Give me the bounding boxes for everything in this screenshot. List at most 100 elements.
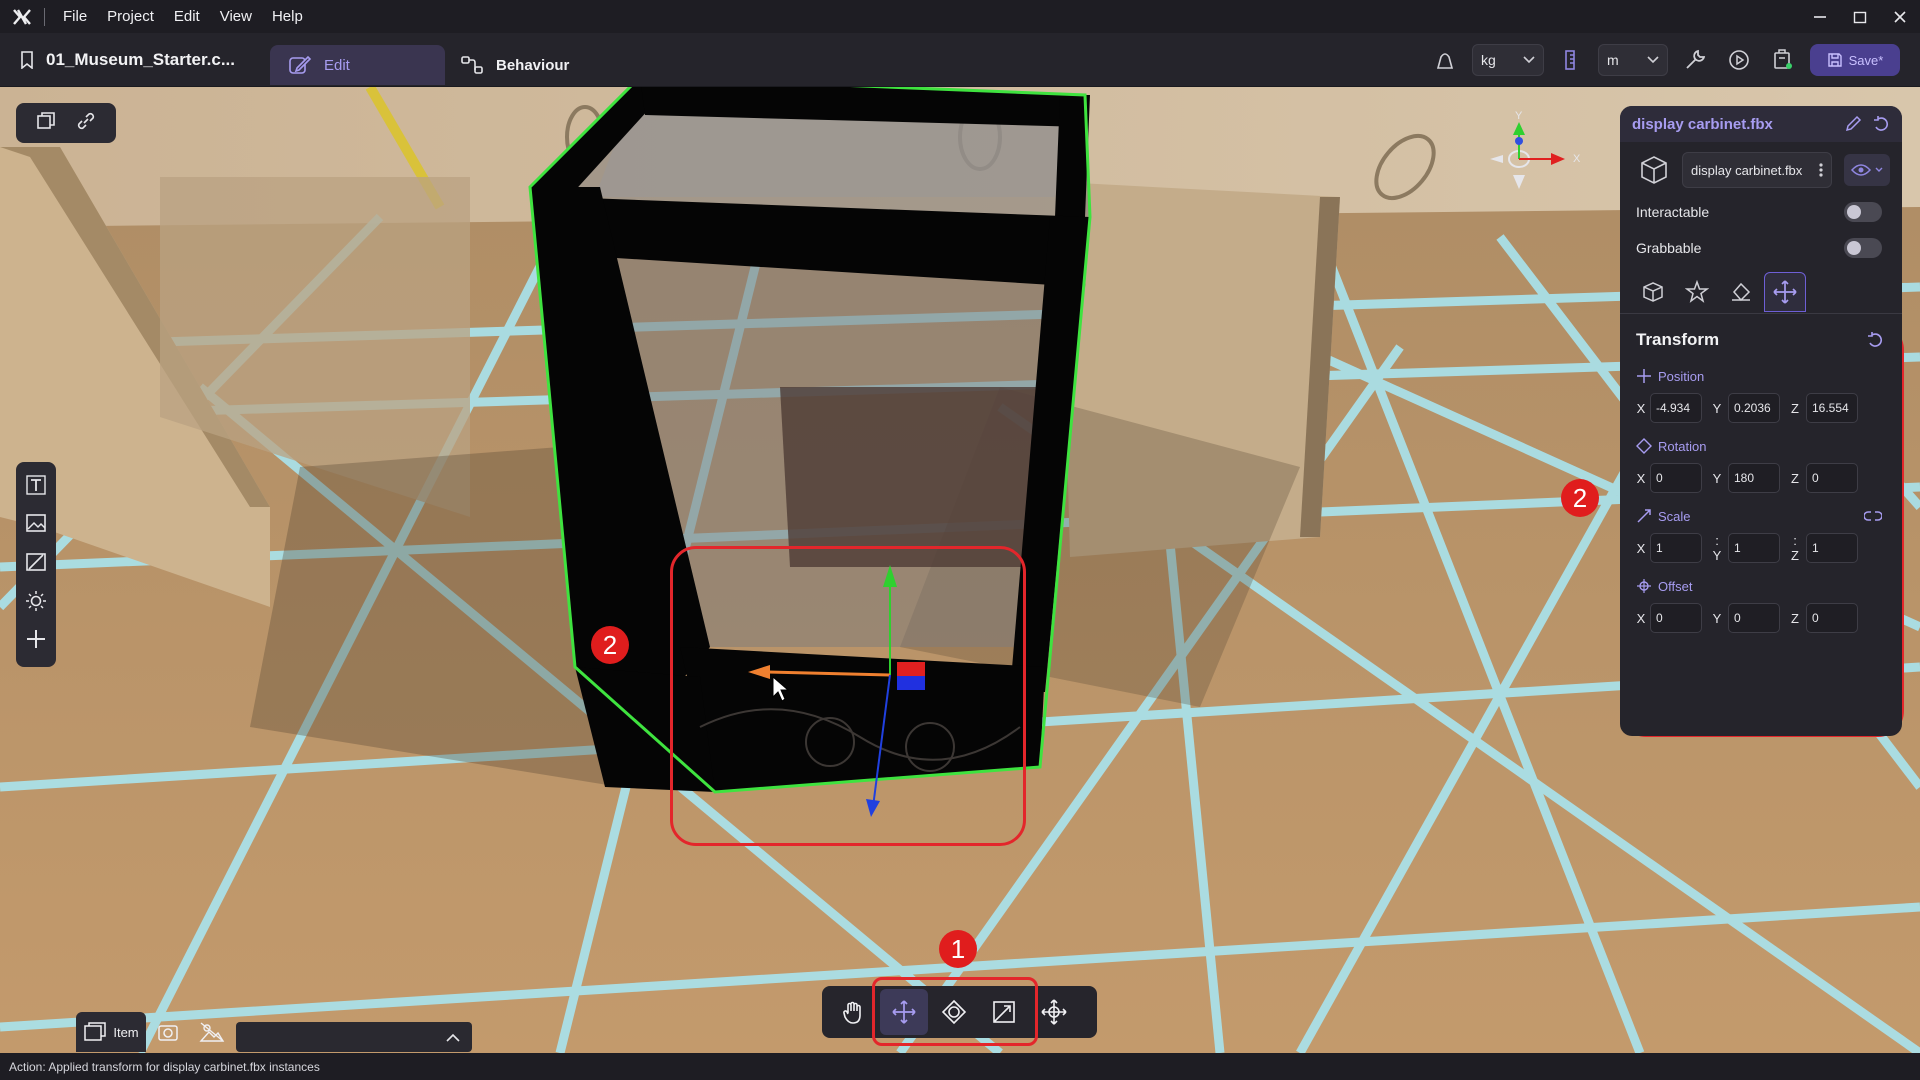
3d-viewport[interactable]: Y X 2 2 1 display carbinet.fbx display c… bbox=[0, 87, 1920, 1053]
rotation-y-input[interactable]: 180 bbox=[1728, 463, 1780, 493]
tab-edit-label: Edit bbox=[324, 56, 350, 74]
tab-mesh[interactable] bbox=[1632, 272, 1674, 312]
rotation-x-input[interactable]: 0 bbox=[1650, 463, 1702, 493]
save-icon bbox=[1827, 53, 1842, 67]
y-axis-label: Y bbox=[1712, 400, 1722, 416]
light-icon[interactable] bbox=[25, 590, 47, 617]
project-title: 01_Museum_Starter.c... bbox=[20, 33, 235, 87]
length-unit-select[interactable]: m bbox=[1598, 44, 1668, 76]
save-label: Save* bbox=[1848, 52, 1884, 68]
rotate-icon bbox=[1636, 438, 1652, 454]
chevron-down-icon bbox=[1647, 56, 1659, 64]
add-icon[interactable] bbox=[25, 628, 47, 655]
tab-item[interactable]: Item bbox=[76, 1012, 146, 1052]
landscape-icon bbox=[199, 1022, 225, 1042]
x-axis-label: X bbox=[1636, 400, 1646, 416]
wrench-icon[interactable] bbox=[1678, 43, 1712, 77]
rotation-label-text: Rotation bbox=[1658, 438, 1707, 454]
interactable-row: Interactable bbox=[1620, 194, 1902, 230]
position-z-input[interactable]: 16.554 bbox=[1806, 393, 1858, 423]
hide-image-icon[interactable] bbox=[25, 551, 47, 578]
bottom-panel-collapse[interactable] bbox=[236, 1022, 472, 1052]
link-scale-icon[interactable] bbox=[1864, 510, 1882, 522]
menu-help[interactable]: Help bbox=[262, 8, 313, 25]
scale-section: Scale X 1 : Y 1 : Z 1 bbox=[1620, 498, 1902, 568]
scale-z-input[interactable]: 1 bbox=[1806, 533, 1858, 563]
link-icon[interactable] bbox=[75, 110, 97, 137]
mass-unit-select[interactable]: kg bbox=[1472, 44, 1544, 76]
inspector-panel: display carbinet.fbx display carbinet.fb… bbox=[1620, 106, 1902, 736]
visibility-button[interactable] bbox=[1844, 154, 1890, 186]
tab-transform[interactable] bbox=[1764, 271, 1806, 312]
tab-effects[interactable] bbox=[1676, 272, 1718, 312]
offset-icon bbox=[1637, 579, 1651, 593]
position-fields: X -4.934 Y 0.2036 Z 16.554 bbox=[1636, 388, 1886, 428]
more-icon[interactable] bbox=[1819, 163, 1823, 177]
tab-edit[interactable]: Edit bbox=[270, 45, 445, 85]
offset-x-input[interactable]: 0 bbox=[1650, 603, 1702, 633]
text-icon[interactable] bbox=[25, 474, 47, 501]
toolbar-right: kg m Save* bbox=[1428, 33, 1920, 87]
minimize-icon[interactable] bbox=[1800, 0, 1840, 33]
tab-material[interactable] bbox=[1720, 272, 1762, 312]
menu-project[interactable]: Project bbox=[97, 8, 164, 25]
menu-separator bbox=[44, 7, 45, 26]
play-icon[interactable] bbox=[1722, 43, 1756, 77]
tool-bar-highlight bbox=[872, 977, 1038, 1046]
hand-tool-button[interactable] bbox=[830, 989, 878, 1035]
scale-x-input[interactable]: 1 bbox=[1650, 533, 1702, 563]
reset-icon[interactable] bbox=[1872, 115, 1890, 133]
tab-camera[interactable] bbox=[146, 1012, 190, 1052]
app-logo-icon bbox=[0, 0, 44, 33]
gizmo-highlight bbox=[670, 546, 1026, 846]
status-bar: Action: Applied transform for display ca… bbox=[0, 1053, 1920, 1080]
publish-icon[interactable] bbox=[1766, 43, 1800, 77]
reset-icon[interactable] bbox=[1866, 331, 1884, 349]
maximize-icon[interactable] bbox=[1840, 0, 1880, 33]
rotation-z-input[interactable]: 0 bbox=[1806, 463, 1858, 493]
eye-icon bbox=[1851, 164, 1871, 176]
transform-title: Transform bbox=[1636, 330, 1720, 349]
offset-z-input[interactable]: 0 bbox=[1806, 603, 1858, 633]
interactable-toggle[interactable] bbox=[1844, 202, 1882, 222]
paint-icon bbox=[1732, 282, 1751, 301]
position-x-input[interactable]: -4.934 bbox=[1650, 393, 1702, 423]
menu-edit[interactable]: Edit bbox=[164, 8, 210, 25]
scale-y-input[interactable]: 1 bbox=[1728, 533, 1780, 563]
orientation-gizmo[interactable]: Y X bbox=[1475, 107, 1595, 207]
callout-transform-panel: 2 bbox=[1561, 479, 1599, 517]
close-icon[interactable] bbox=[1880, 0, 1920, 33]
transform-icon bbox=[1041, 999, 1067, 1025]
asset-row: display carbinet.fbx bbox=[1620, 142, 1902, 194]
offset-y-input[interactable]: 0 bbox=[1728, 603, 1780, 633]
mass-unit-value: kg bbox=[1481, 52, 1496, 68]
chevron-down-icon bbox=[1523, 56, 1535, 64]
z-axis-label: Z bbox=[1791, 610, 1799, 626]
position-y-input[interactable]: 0.2036 bbox=[1728, 393, 1780, 423]
grabbable-toggle[interactable] bbox=[1844, 238, 1882, 258]
scale-label-text: Scale bbox=[1658, 508, 1691, 524]
asset-name-field[interactable]: display carbinet.fbx bbox=[1682, 152, 1832, 188]
duplicate-icon[interactable] bbox=[35, 110, 57, 137]
tab-behaviour[interactable]: Behaviour bbox=[460, 45, 569, 85]
y-axis-label: Y bbox=[1712, 610, 1722, 626]
menu-view[interactable]: View bbox=[210, 8, 262, 25]
item-icon bbox=[84, 1022, 107, 1041]
cube-icon bbox=[1641, 156, 1667, 184]
gizmo-y-label: Y bbox=[1515, 110, 1523, 122]
window-controls bbox=[1800, 0, 1920, 33]
add-tools bbox=[16, 462, 56, 667]
image-icon[interactable] bbox=[25, 512, 47, 539]
y-axis-label: : Y bbox=[1712, 533, 1722, 563]
save-button[interactable]: Save* bbox=[1810, 44, 1900, 76]
length-unit-value: m bbox=[1607, 52, 1619, 68]
interactable-label: Interactable bbox=[1636, 204, 1710, 220]
menu-file[interactable]: File bbox=[53, 8, 97, 25]
grabbable-row: Grabbable bbox=[1620, 230, 1902, 266]
x-axis-label: X bbox=[1636, 610, 1646, 626]
star-icon bbox=[1685, 279, 1709, 303]
tab-environment[interactable] bbox=[190, 1012, 234, 1052]
chevron-up-icon bbox=[446, 1033, 460, 1042]
status-text: Action: Applied transform for display ca… bbox=[9, 1059, 320, 1074]
pencil-icon[interactable] bbox=[1844, 115, 1862, 133]
